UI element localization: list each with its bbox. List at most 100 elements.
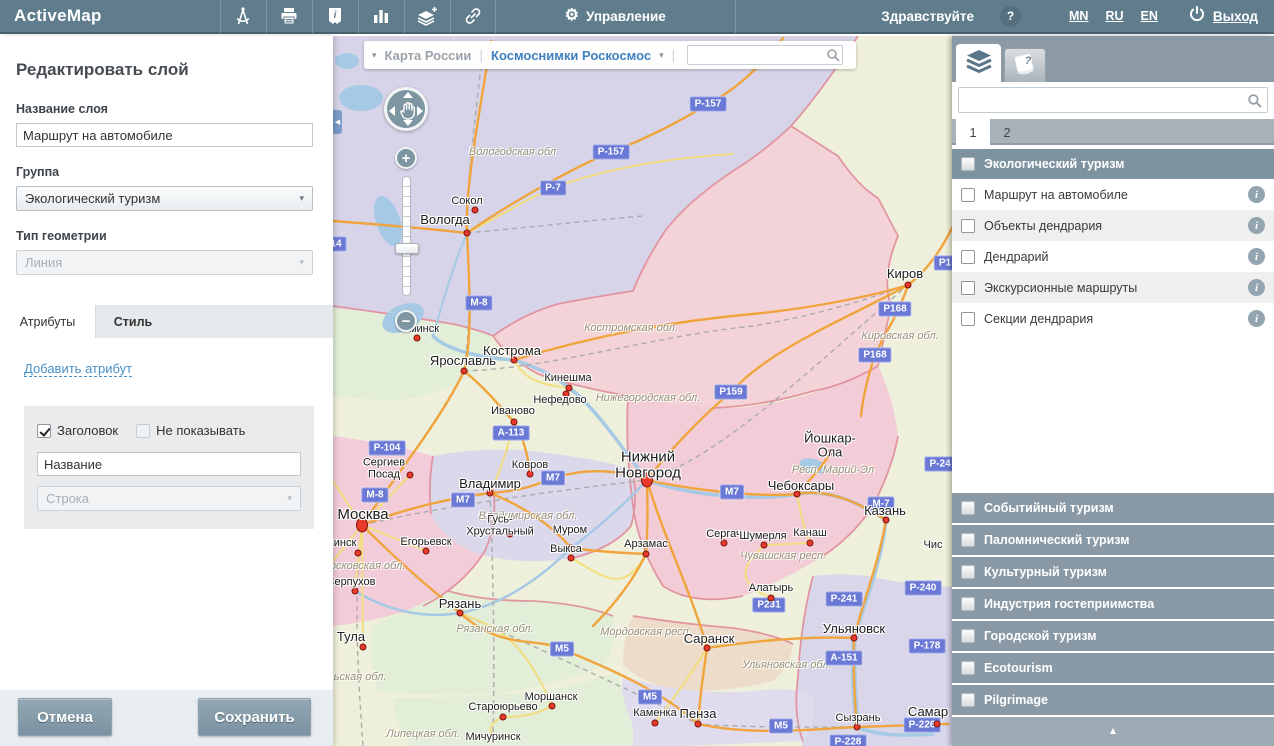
guide-button[interactable]: i [312, 0, 358, 33]
layer-name-input[interactable] [16, 123, 313, 147]
layer-checkbox[interactable] [961, 219, 975, 233]
tab-attributes[interactable]: Атрибуты [0, 305, 96, 338]
layer-page-tab[interactable]: 2 [990, 119, 1024, 145]
city-label: Киров [887, 267, 923, 281]
info-icon[interactable]: i [1248, 248, 1265, 265]
basemap-select[interactable]: Карта России [385, 48, 472, 63]
management-button[interactable]: ⚙ Управление [496, 0, 736, 33]
layer-page-tab[interactable]: 1 [956, 119, 990, 145]
language-link[interactable]: EN [1141, 9, 1158, 23]
add-attribute-link[interactable]: Добавить атрибут [24, 361, 132, 377]
info-icon[interactable]: i [1248, 310, 1265, 327]
save-button[interactable]: Сохранить [198, 698, 311, 736]
edit-layer-panel: Редактировать слой Название слоя Группа … [0, 36, 333, 746]
pan-control[interactable] [384, 87, 428, 131]
region-label: Липецкая обл. [386, 728, 460, 740]
road-shield: М5 [550, 642, 574, 657]
tab-legend[interactable]: ? [1004, 48, 1046, 82]
layer-checkbox[interactable] [961, 281, 975, 295]
group-checkbox[interactable] [961, 597, 975, 611]
city-marker [643, 551, 650, 558]
collapse-groups-button[interactable]: ▲ [952, 717, 1274, 746]
layer-name: Экскурсионные маршруты [984, 281, 1248, 295]
help-badge[interactable]: ? [1000, 6, 1021, 27]
info-icon[interactable]: i [1248, 186, 1265, 203]
group-checkbox[interactable] [961, 533, 975, 547]
layers-search-input[interactable] [958, 87, 1268, 113]
tab-layers[interactable] [956, 44, 1001, 82]
layer-row[interactable]: Секции дендрария i [952, 303, 1274, 334]
city-marker [360, 644, 367, 651]
city-label: Вологда [420, 213, 470, 227]
group-header-expanded[interactable]: Экологический туризм [952, 149, 1274, 179]
measure-tool-button[interactable] [220, 0, 266, 33]
layer-name: Секции дендрария [984, 312, 1248, 326]
header-checkbox[interactable] [37, 424, 51, 438]
tab-style[interactable]: Стиль [96, 305, 170, 338]
group-checkbox[interactable] [961, 565, 975, 579]
city-marker [934, 721, 941, 728]
group-row[interactable]: Индустрия гостеприимства [952, 589, 1274, 621]
hide-checkbox[interactable] [136, 424, 150, 438]
link-button[interactable] [450, 0, 496, 33]
layer-checkbox[interactable] [961, 188, 975, 202]
city-marker [500, 714, 507, 721]
group-checkbox[interactable] [961, 629, 975, 643]
geometry-type-value: Линия [25, 255, 62, 270]
road-shield: М5 [769, 719, 793, 734]
print-button[interactable] [266, 0, 312, 33]
city-marker [768, 595, 775, 602]
group-checkbox[interactable] [961, 693, 975, 707]
info-icon[interactable]: i [1248, 217, 1265, 234]
panel-collapse-tab[interactable]: ◀ [333, 110, 342, 134]
group-title: Ecotourism [984, 661, 1053, 675]
group-title: Индустрия гостеприимства [984, 597, 1154, 611]
city-label: Ярославль [430, 354, 496, 368]
road-shield: М7 [720, 485, 744, 500]
active-map-select[interactable]: Космоснимки Роскосмос [491, 48, 651, 63]
city-label: Пенза [680, 707, 717, 721]
layer-checkbox[interactable] [961, 250, 975, 264]
zoom-slider-handle[interactable] [395, 243, 419, 254]
layer-checkbox[interactable] [961, 312, 975, 326]
group-row[interactable]: Pilgrimage [952, 685, 1274, 717]
layer-row[interactable]: Объекты дендрария i [952, 210, 1274, 241]
group-row[interactable]: Культурный туризм [952, 557, 1274, 589]
group-row[interactable]: Паломнический туризм [952, 525, 1274, 557]
attribute-name-input[interactable] [37, 452, 301, 476]
city-label: Нижний Новгород [615, 449, 681, 481]
cancel-button[interactable]: Отмена [18, 698, 112, 736]
zoom-slider[interactable] [402, 176, 411, 296]
info-icon[interactable]: i [1248, 279, 1265, 296]
map-search-input[interactable] [687, 45, 843, 65]
group-row[interactable]: Событийный туризм [952, 493, 1274, 525]
pan-up-icon[interactable] [403, 92, 413, 98]
layer-row[interactable]: Экскурсионные маршруты i [952, 272, 1274, 303]
road-shield: 14 [333, 237, 347, 252]
group-row[interactable]: Городской туризм [952, 621, 1274, 653]
city-marker [464, 230, 471, 237]
logout-button[interactable]: Выход [1188, 5, 1258, 28]
group-row[interactable]: Ecotourism [952, 653, 1274, 685]
group-checkbox[interactable] [961, 157, 975, 171]
group-checkbox[interactable] [961, 501, 975, 515]
pan-right-icon[interactable] [417, 106, 423, 116]
language-link[interactable]: RU [1105, 9, 1123, 23]
zoom-out-button[interactable]: − [395, 310, 417, 332]
svg-text:i: i [334, 10, 337, 21]
layer-row[interactable]: Маршрут на автомобиле i [952, 179, 1274, 210]
add-layer-button[interactable] [404, 0, 450, 33]
active-map-dropdown-icon[interactable]: ▾ [659, 50, 664, 61]
app-logo[interactable]: ActiveMap [14, 6, 102, 26]
stats-button[interactable] [358, 0, 404, 33]
zoom-in-button[interactable]: + [395, 147, 417, 169]
layer-row[interactable]: Дендрарий i [952, 241, 1274, 272]
pan-left-icon[interactable] [389, 106, 395, 116]
basemap-dropdown-icon[interactable]: ▾ [372, 50, 377, 61]
group-title: Культурный туризм [984, 565, 1107, 579]
region-label: Нижегородская обл. [596, 392, 701, 404]
language-link[interactable]: MN [1069, 9, 1088, 23]
group-select[interactable]: Экологический туризм ▾ [16, 186, 313, 211]
group-checkbox[interactable] [961, 661, 975, 675]
group-title: Экологический туризм [984, 157, 1124, 171]
